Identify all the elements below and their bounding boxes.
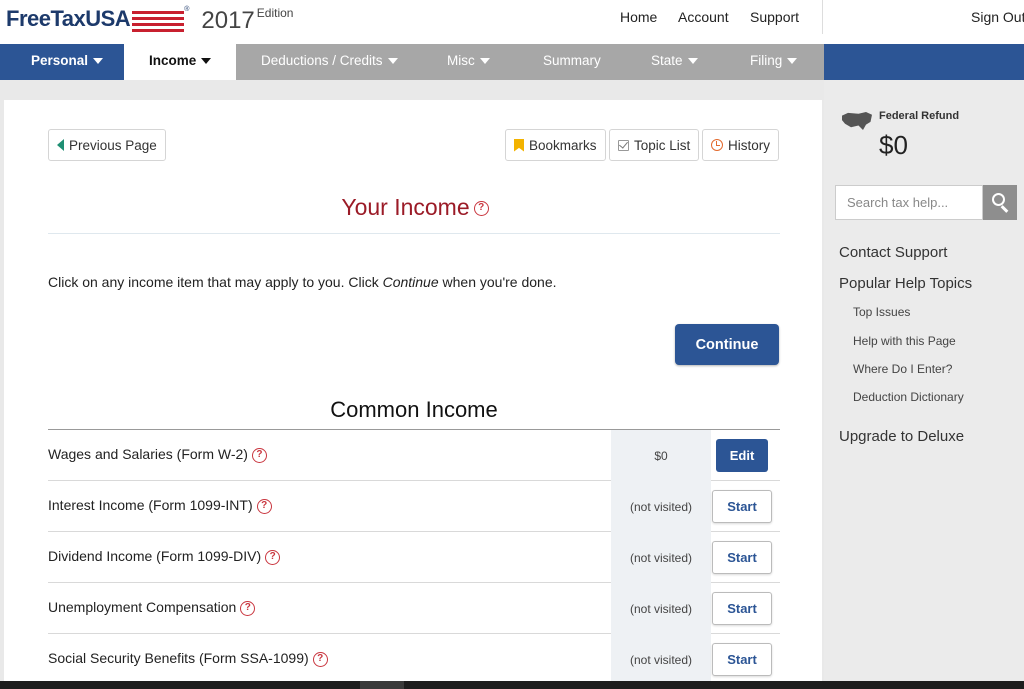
- chevron-down-icon: [787, 58, 798, 65]
- help-question-icon[interactable]: ?: [256, 498, 272, 514]
- logo-registered-mark: ®: [184, 6, 190, 13]
- income-item-label: Social Security Benefits (Form SSA-1099)…: [48, 650, 328, 667]
- help-topic-this-page[interactable]: Help with this Page: [853, 334, 956, 348]
- income-item-status: $0: [611, 430, 711, 481]
- search-input[interactable]: [835, 185, 983, 220]
- help-topic-top-issues[interactable]: Top Issues: [853, 305, 910, 319]
- contact-support-link[interactable]: Contact Support: [839, 244, 947, 261]
- home-link[interactable]: Home: [620, 9, 657, 25]
- income-item-label: Wages and Salaries (Form W-2)?: [48, 446, 267, 463]
- start-button[interactable]: Start: [712, 592, 772, 625]
- main-nav: Personal Income Deductions / Credits Mis…: [0, 44, 1024, 80]
- topic-list-button[interactable]: Topic List: [609, 129, 700, 161]
- help-sidebar: [824, 80, 1024, 689]
- nav-tab-summary[interactable]: Summary: [543, 44, 601, 80]
- income-item-label: Interest Income (Form 1099-INT)?: [48, 497, 272, 514]
- income-item-status: (not visited): [611, 481, 711, 532]
- table-row: Social Security Benefits (Form SSA-1099)…: [48, 634, 780, 685]
- start-button[interactable]: Start: [712, 490, 772, 523]
- income-item-status: (not visited): [611, 583, 711, 634]
- income-item-label: Dividend Income (Form 1099-DIV)?: [48, 548, 281, 565]
- help-question-icon[interactable]: ?: [312, 651, 328, 667]
- help-question-icon[interactable]: ?: [240, 600, 256, 616]
- search-button[interactable]: [983, 185, 1017, 220]
- bookmark-icon: [514, 138, 524, 152]
- search-icon: [992, 193, 1005, 206]
- nav-tab-filing[interactable]: Filing: [750, 44, 798, 80]
- table-row: Dividend Income (Form 1099-DIV)? (not vi…: [48, 532, 780, 583]
- income-item-status: (not visited): [611, 532, 711, 583]
- chevron-down-icon: [687, 58, 698, 65]
- bottom-taskbar: [0, 681, 1024, 689]
- federal-refund-label: Federal Refund: [879, 110, 960, 122]
- table-row: Wages and Salaries (Form W-2)? $0 Edit: [48, 430, 780, 481]
- start-button[interactable]: Start: [712, 541, 772, 574]
- logo-edition: Edition: [256, 6, 294, 20]
- freetaxusa-logo[interactable]: FreeTaxUSA ® 2017 Edition: [6, 4, 293, 40]
- nav-tab-state[interactable]: State: [651, 44, 698, 80]
- section-title-common-income: Common Income: [330, 397, 498, 422]
- support-link[interactable]: Support: [750, 9, 799, 25]
- upgrade-deluxe-link[interactable]: Upgrade to Deluxe: [839, 428, 964, 445]
- previous-page-button[interactable]: Previous Page: [48, 129, 166, 161]
- history-button[interactable]: History: [702, 129, 780, 161]
- chevron-down-icon: [479, 58, 490, 65]
- intro-text: Click on any income item that may apply …: [48, 274, 557, 290]
- arrow-left-icon: [57, 139, 64, 151]
- taskbar-segment: [360, 681, 404, 689]
- title-divider: [48, 233, 780, 234]
- income-item-label: Unemployment Compensation?: [48, 599, 256, 616]
- table-row: Interest Income (Form 1099-INT)? (not vi…: [48, 481, 780, 532]
- table-row: Unemployment Compensation? (not visited)…: [48, 583, 780, 634]
- help-question-icon[interactable]: ?: [251, 447, 267, 463]
- logo-year: 2017: [201, 7, 255, 34]
- top-header: FreeTaxUSA ® 2017 Edition Home Account S…: [0, 0, 1024, 44]
- nav-tab-misc[interactable]: Misc: [447, 44, 490, 80]
- logo-wordmark: FreeTaxUSA: [6, 6, 131, 31]
- nav-tab-personal[interactable]: Personal: [31, 44, 104, 80]
- help-topic-deduction-dictionary[interactable]: Deduction Dictionary: [853, 390, 964, 404]
- checklist-icon: [618, 139, 629, 151]
- edit-button[interactable]: Edit: [716, 439, 768, 472]
- popular-help-topics-heading: Popular Help Topics: [839, 275, 973, 292]
- flag-stripes-icon: [132, 9, 185, 32]
- income-table: Wages and Salaries (Form W-2)? $0 Edit I…: [48, 430, 780, 685]
- help-question-icon[interactable]: ?: [473, 201, 489, 217]
- page-title: Your Income?: [0, 194, 830, 221]
- clock-icon: [711, 139, 723, 151]
- search-icon-handle: [1000, 205, 1009, 213]
- nav-tab-income[interactable]: Income: [124, 44, 236, 80]
- account-link[interactable]: Account: [678, 9, 729, 25]
- chevron-down-icon: [387, 58, 398, 65]
- help-topic-where-enter[interactable]: Where Do I Enter?: [853, 362, 952, 376]
- header-divider: [822, 0, 823, 34]
- chevron-down-icon: [201, 58, 212, 65]
- help-question-icon[interactable]: ?: [265, 549, 281, 565]
- bookmarks-button[interactable]: Bookmarks: [505, 129, 606, 161]
- federal-refund-value: $0: [879, 130, 908, 160]
- income-item-status: (not visited): [611, 634, 711, 685]
- start-button[interactable]: Start: [712, 643, 772, 676]
- sign-out-link[interactable]: Sign Out: [971, 9, 1024, 25]
- chevron-down-icon: [93, 58, 104, 65]
- nav-tab-deductions-credits[interactable]: Deductions / Credits: [261, 44, 398, 80]
- continue-button[interactable]: Continue: [675, 324, 779, 365]
